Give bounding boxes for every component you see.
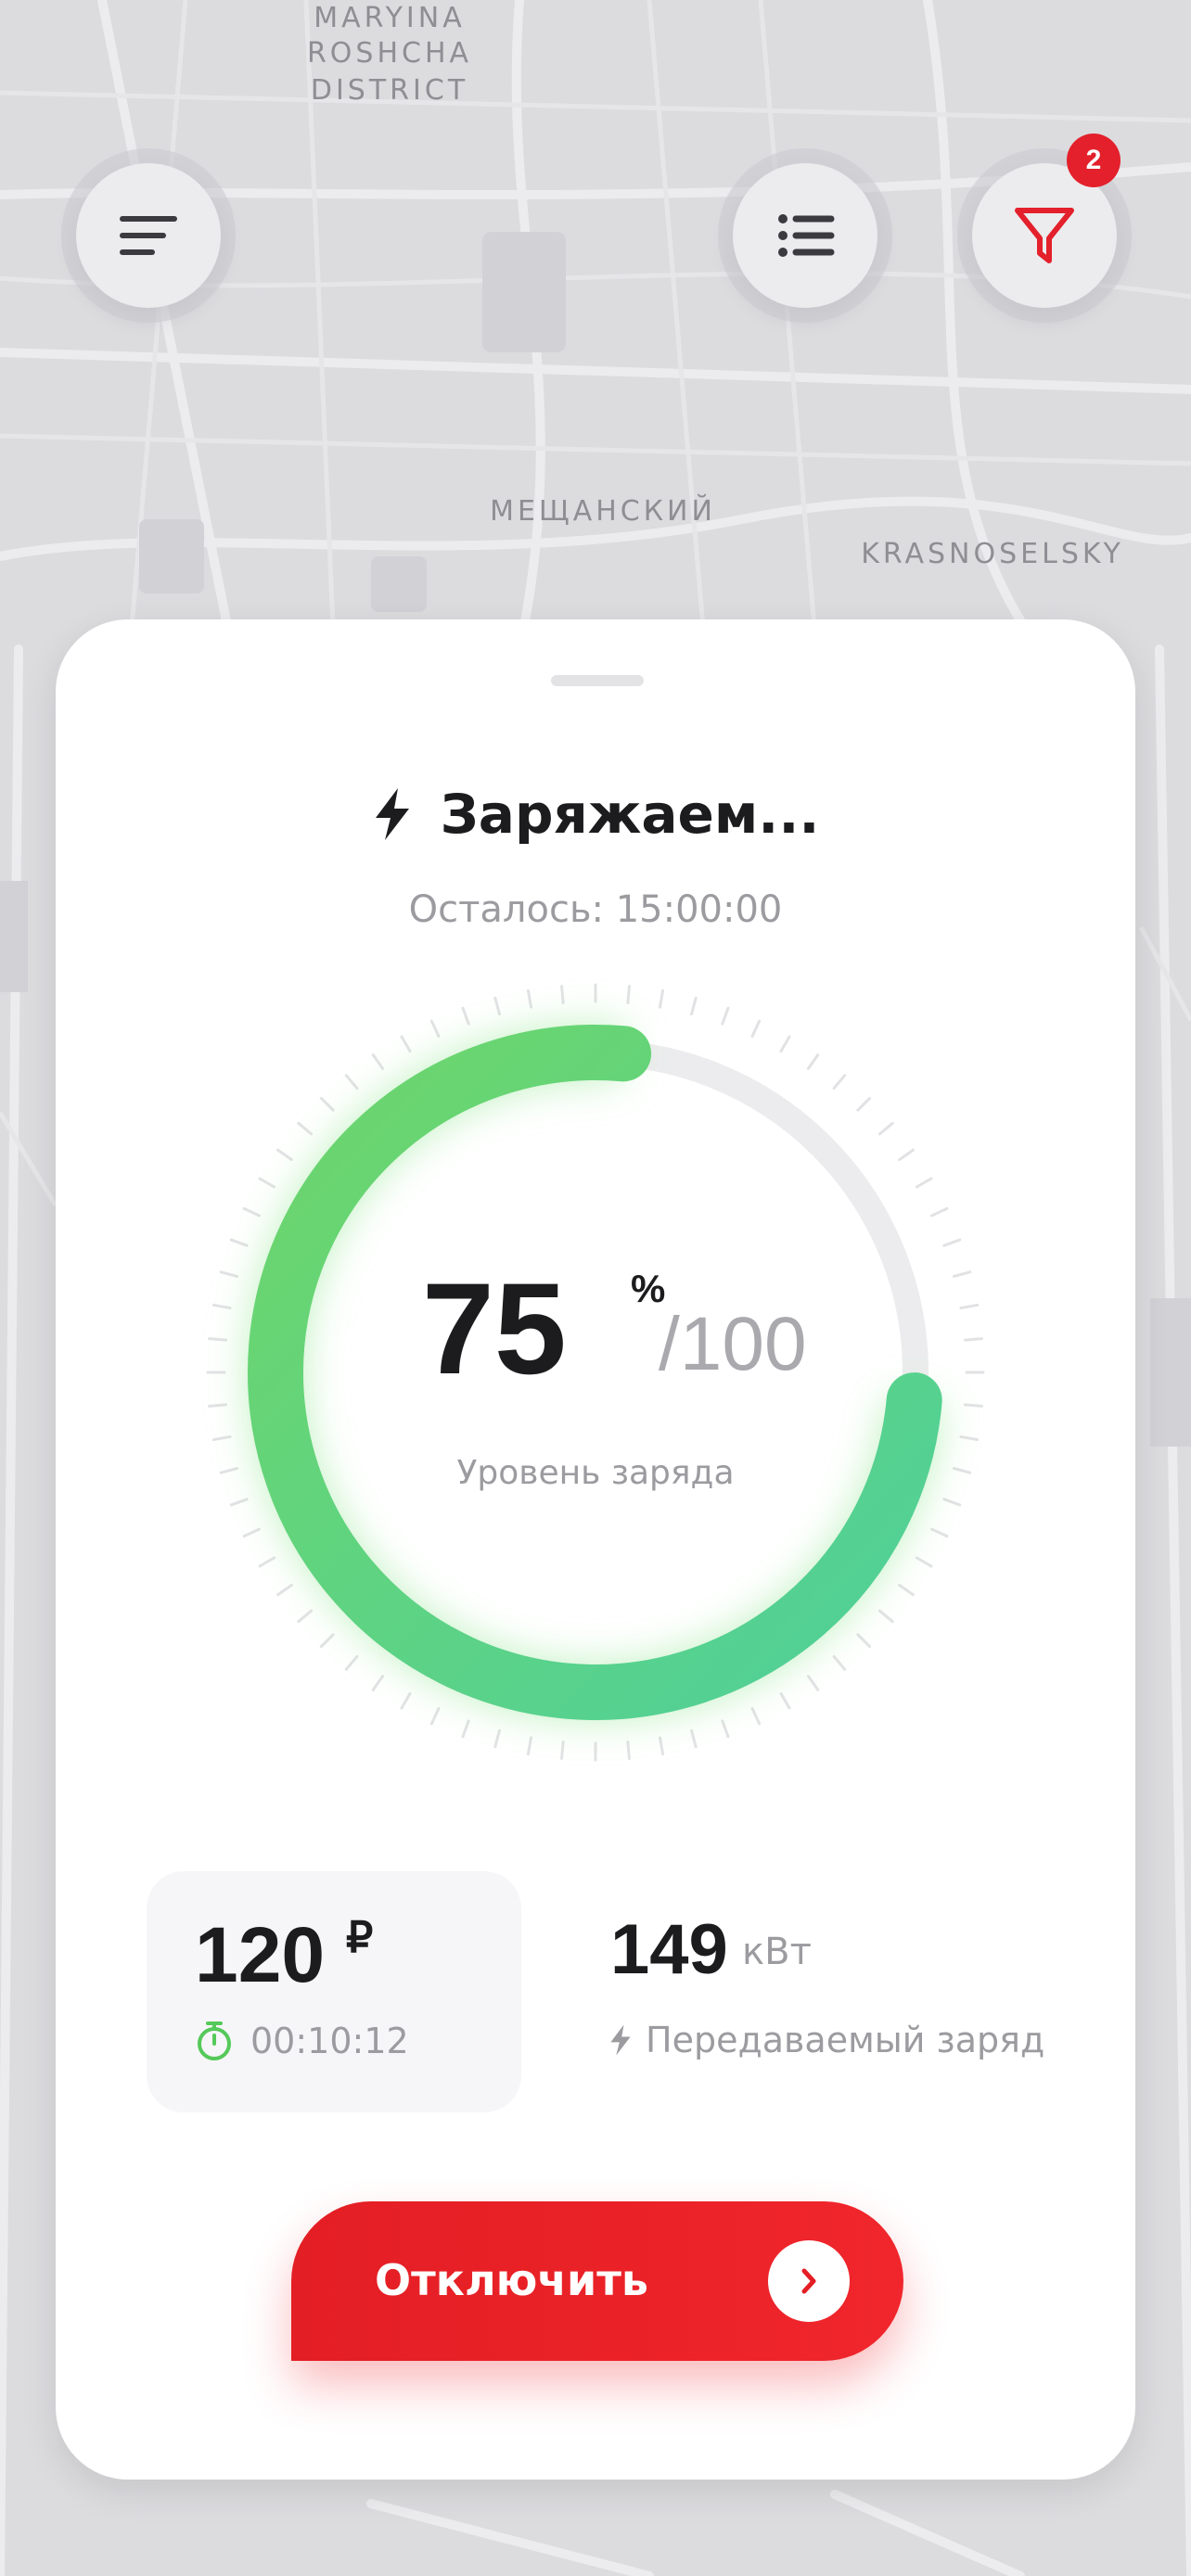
- filter-count-badge: 2: [1067, 134, 1121, 187]
- list-view-button[interactable]: [733, 163, 877, 308]
- energy-value: 149: [610, 1910, 728, 1989]
- chevron-right-icon: [768, 2240, 850, 2322]
- list-icon: [778, 214, 835, 257]
- cost-currency: ₽: [346, 1913, 374, 1961]
- charging-status-title: Заряжаем...: [440, 783, 820, 846]
- map-label-maryina: MARYINA: [314, 2, 466, 34]
- cost-amount: 120: [195, 1911, 326, 1998]
- remaining-label: Осталось:: [408, 888, 604, 931]
- menu-button[interactable]: [76, 163, 221, 308]
- energy-caption-row: Передаваемый заряд: [608, 2020, 1044, 2060]
- map-label-roshcha: ROSHCHA: [306, 37, 473, 70]
- filter-icon: [1015, 208, 1074, 263]
- menu-icon: [120, 216, 177, 255]
- charging-status-header: Заряжаем...: [56, 777, 1135, 851]
- elapsed-time: 00:10:12: [250, 2021, 409, 2061]
- map-label-meshchansky: МЕЩАНСКИЙ: [490, 495, 716, 528]
- charge-level-readout: 75 % /100 Уровень заряда: [195, 972, 996, 1773]
- charging-sheet: Заряжаем... Осталось: 15:00:00 75 % /100…: [56, 619, 1135, 2480]
- lightning-small-icon: [610, 2024, 631, 2056]
- disconnect-button[interactable]: Отключить: [291, 2201, 903, 2361]
- disconnect-button-label: Отключить: [375, 2255, 648, 2305]
- energy-caption: Передаваемый заряд: [646, 2020, 1045, 2060]
- charge-level-total: /100: [659, 1302, 807, 1386]
- elapsed-time-row: 00:10:12: [195, 2020, 409, 2062]
- stopwatch-icon: [198, 2021, 231, 2060]
- charge-level-caption: Уровень заряда: [456, 1454, 735, 1492]
- map-label-district: DISTRICT: [310, 74, 469, 107]
- lightning-icon: [375, 788, 409, 840]
- remaining-time: 15:00:00: [615, 888, 783, 931]
- energy-unit: кВт: [742, 1931, 812, 1973]
- sheet-drag-handle[interactable]: [551, 675, 644, 686]
- cost-card: 120 ₽ 00:10:12: [147, 1871, 521, 2112]
- charge-gauge: 75 % /100 Уровень заряда: [195, 972, 996, 1773]
- map-label-krasnoselsky: KRASNOSELSKY: [861, 538, 1124, 570]
- charge-level-value: 75: [422, 1256, 567, 1401]
- remaining-time-row: Осталось: 15:00:00: [56, 888, 1135, 931]
